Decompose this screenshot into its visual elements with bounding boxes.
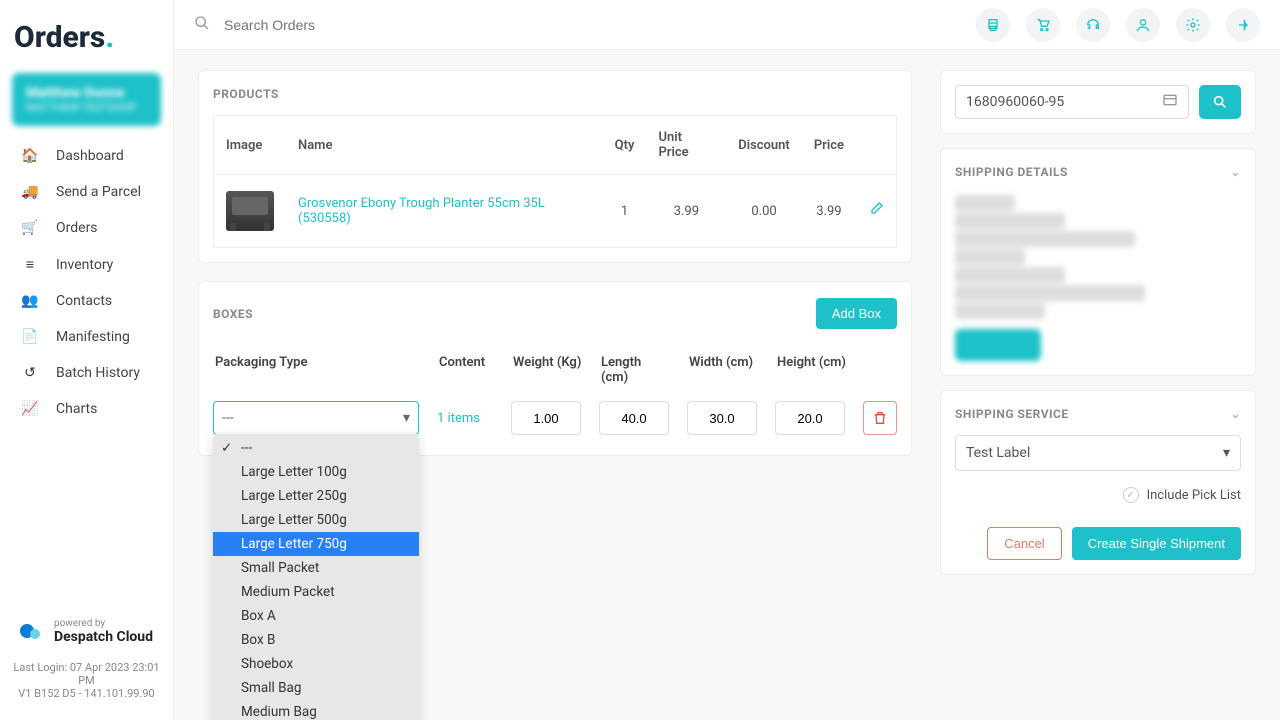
file-icon: 📄 — [20, 329, 40, 345]
dropdown-option[interactable]: Small Packet — [213, 556, 419, 580]
sidebar-item-batch-history[interactable]: ↺Batch History — [12, 355, 161, 391]
user-badge[interactable]: Matthew Dunne MATTHEW TESTSHOP — [12, 73, 161, 126]
shipping-action-button[interactable] — [955, 329, 1041, 361]
table-row: Grosvenor Ebony Trough Planter 55cm 35L … — [214, 175, 897, 248]
content-link[interactable]: 1 items — [437, 411, 493, 426]
edit-icon[interactable] — [868, 206, 884, 221]
cell-unit-price: 3.99 — [646, 175, 726, 248]
chevron-down-icon[interactable]: ⌄ — [1230, 165, 1241, 179]
dropdown-option[interactable]: Box A — [213, 604, 419, 628]
printer-icon[interactable] — [976, 8, 1010, 42]
gear-icon[interactable] — [1176, 8, 1210, 42]
shipping-service-select[interactable]: Test Label ▾ — [955, 435, 1241, 471]
order-id-field[interactable]: 1680960060-95 — [955, 85, 1189, 119]
length-input[interactable] — [599, 401, 669, 435]
sidebar-item-send-parcel[interactable]: 🚚Send a Parcel — [12, 174, 161, 210]
include-pick-label: Include Pick List — [1147, 488, 1241, 503]
powered-by: powered by Despatch Cloud — [12, 618, 161, 645]
sidebar: Orders. Matthew Dunne MATTHEW TESTSHOP 🏠… — [0, 0, 173, 720]
weight-input[interactable] — [511, 401, 581, 435]
logout-icon[interactable] — [1226, 8, 1260, 42]
sidebar-footer: powered by Despatch Cloud Last Login: 07… — [12, 608, 161, 710]
dropdown-option[interactable]: Box B — [213, 628, 419, 652]
product-link[interactable]: Grosvenor Ebony Trough Planter 55cm 35L … — [298, 196, 545, 226]
sidebar-item-orders[interactable]: 🛒Orders — [12, 210, 161, 246]
sidebar-item-charts[interactable]: 📈Charts — [12, 391, 161, 427]
boxes-card: BOXES Add Box Packaging Type Content Wei… — [198, 281, 912, 456]
shipping-service-title: SHIPPING SERVICE — [955, 407, 1069, 421]
include-pick-checkbox[interactable]: ✓ — [1123, 487, 1139, 503]
dropdown-option[interactable]: --- — [213, 436, 419, 460]
dropdown-option[interactable]: Small Bag — [213, 676, 419, 700]
th-weight: Weight (Kg) — [513, 355, 583, 385]
shipping-details-card: SHIPPING DETAILS ⌄ — [940, 148, 1256, 376]
despatch-cloud-icon — [20, 623, 46, 641]
cell-discount: 0.00 — [726, 175, 802, 248]
packaging-type-select[interactable]: --- ▾ — [213, 401, 419, 435]
app-logo: Orders. — [12, 10, 161, 73]
list-icon: ≡ — [20, 256, 40, 273]
home-icon: 🏠 — [20, 148, 40, 164]
height-input[interactable] — [775, 401, 845, 435]
product-image — [226, 191, 274, 231]
th-discount: Discount — [726, 116, 802, 175]
cart-icon: 🛒 — [20, 220, 40, 236]
cart-top-icon[interactable] — [1026, 8, 1060, 42]
chevron-down-icon[interactable]: ⌄ — [1230, 407, 1241, 421]
packaging-dropdown: ---Large Letter 100gLarge Letter 250gLar… — [213, 434, 419, 720]
th-image: Image — [214, 116, 287, 175]
th-qty: Qty — [603, 116, 647, 175]
dropdown-option[interactable]: Medium Packet — [213, 580, 419, 604]
products-card: PRODUCTS Image Name Qty Unit Price Disco… — [198, 70, 912, 263]
add-box-button[interactable]: Add Box — [816, 298, 897, 329]
search-input[interactable] — [224, 17, 524, 33]
sidebar-item-dashboard[interactable]: 🏠Dashboard — [12, 138, 161, 174]
dropdown-option[interactable]: Large Letter 250g — [213, 484, 419, 508]
shipping-address — [955, 195, 1241, 319]
order-search-card: 1680960060-95 — [940, 70, 1256, 134]
dropdown-option[interactable]: Medium Bag — [213, 700, 419, 720]
th-length: Length (cm) — [601, 355, 671, 385]
cell-price: 3.99 — [802, 175, 856, 248]
th-content: Content — [439, 355, 495, 385]
dropdown-option[interactable]: Large Letter 750g — [213, 532, 419, 556]
history-icon: ↺ — [20, 365, 40, 381]
order-search-button[interactable] — [1199, 85, 1241, 119]
th-unit-price: Unit Price — [646, 116, 726, 175]
headset-icon[interactable] — [1076, 8, 1110, 42]
dropdown-option[interactable]: Large Letter 500g — [213, 508, 419, 532]
delete-box-button[interactable] — [863, 401, 897, 435]
width-input[interactable] — [687, 401, 757, 435]
chevron-down-icon: ▾ — [1223, 445, 1230, 461]
products-title: PRODUCTS — [213, 85, 897, 115]
products-table: Image Name Qty Unit Price Discount Price… — [213, 115, 897, 248]
sidebar-item-contacts[interactable]: 👥Contacts — [12, 283, 161, 319]
shipping-service-card: SHIPPING SERVICE ⌄ Test Label ▾ ✓ Includ… — [940, 390, 1256, 575]
cell-qty: 1 — [603, 175, 647, 248]
sidebar-nav: 🏠Dashboard 🚚Send a Parcel 🛒Orders ≡Inven… — [12, 138, 161, 427]
dropdown-option[interactable]: Shoebox — [213, 652, 419, 676]
cancel-button[interactable]: Cancel — [987, 527, 1061, 560]
search-icon — [194, 15, 210, 35]
sidebar-item-manifesting[interactable]: 📄Manifesting — [12, 319, 161, 355]
create-shipment-button[interactable]: Create Single Shipment — [1072, 527, 1241, 560]
truck-icon: 🚚 — [20, 184, 40, 200]
th-name: Name — [286, 116, 603, 175]
boxes-title: BOXES — [213, 307, 253, 321]
th-price: Price — [802, 116, 856, 175]
version-info: V1 B152 D5 - 141.101.99.90 — [12, 687, 161, 700]
chevron-down-icon: ▾ — [403, 410, 410, 426]
user-icon[interactable] — [1126, 8, 1160, 42]
topbar — [174, 0, 1280, 50]
people-icon: 👥 — [20, 293, 40, 309]
chart-icon: 📈 — [20, 401, 40, 417]
th-width: Width (cm) — [689, 355, 759, 385]
card-icon — [1162, 92, 1178, 112]
th-height: Height (cm) — [777, 355, 847, 385]
sidebar-item-inventory[interactable]: ≡Inventory — [12, 246, 161, 283]
dropdown-option[interactable]: Large Letter 100g — [213, 460, 419, 484]
shipping-details-title: SHIPPING DETAILS — [955, 165, 1068, 179]
last-login: Last Login: 07 Apr 2023 23:01 PM — [12, 661, 161, 687]
th-packaging: Packaging Type — [215, 355, 421, 385]
